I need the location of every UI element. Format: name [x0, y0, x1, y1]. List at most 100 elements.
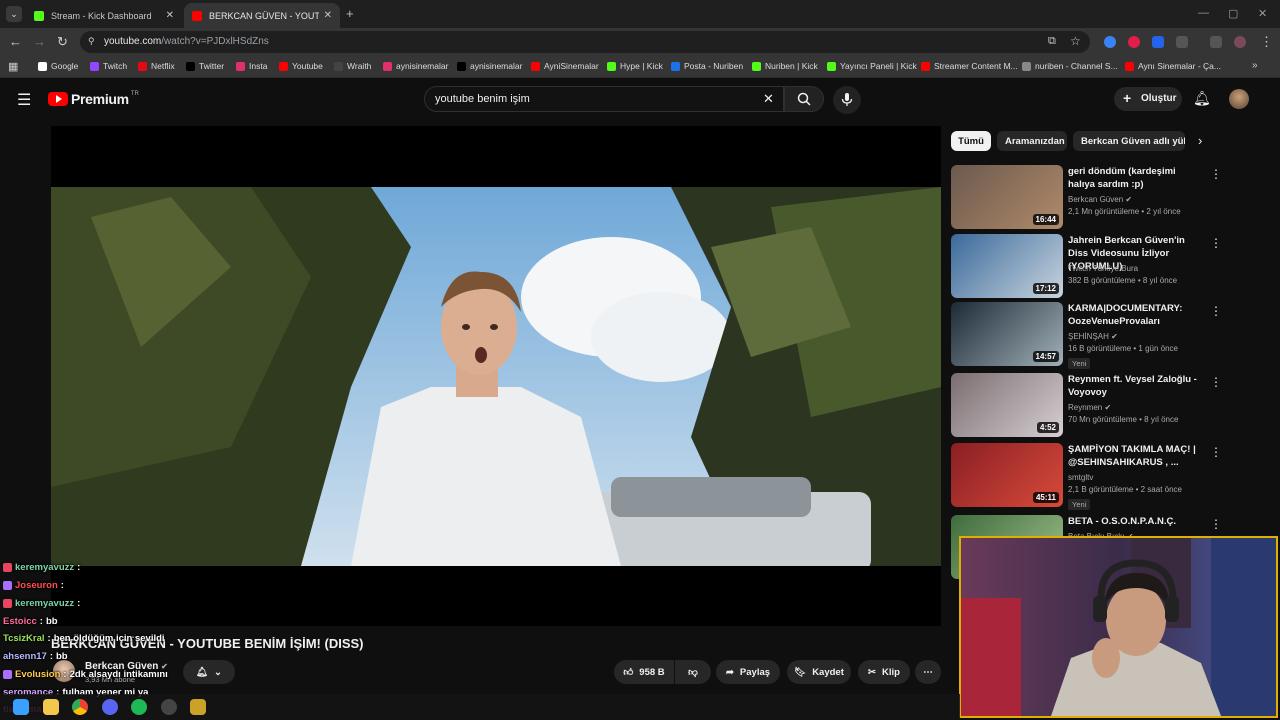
video-thumbnail[interactable]: 45:11 — [951, 443, 1063, 507]
extension-icon[interactable] — [1104, 36, 1116, 48]
url-bar[interactable]: ⚲ youtube.com/watch?v=PJDxlHSdZns ⧉ ☆ — [80, 31, 1090, 53]
youtube-premium-logo[interactable]: Premium TR — [48, 91, 139, 107]
bookmark-item[interactable]: Insta — [236, 61, 267, 71]
video-more-options-icon[interactable]: ⋮ — [1210, 167, 1222, 181]
clear-search-icon[interactable]: ✕ — [763, 91, 774, 107]
cast-icon[interactable]: ⧉ — [1048, 35, 1056, 48]
save-button[interactable]: 🔖︎ Kaydet — [787, 660, 851, 684]
bookmark-item[interactable]: Hype | Kick — [607, 61, 663, 71]
video-thumbnail[interactable]: 16:44 — [951, 165, 1063, 229]
recommended-video-title[interactable]: KARMA|DOCUMENTARY: OozeVenueProvaları — [1068, 302, 1198, 328]
voice-search-button[interactable] — [833, 86, 861, 114]
bookmark-item[interactable]: Twitch — [90, 61, 127, 71]
tab-kick-dashboard[interactable]: Stream - Kick Dashboard ✕ — [26, 3, 182, 28]
video-more-options-icon[interactable]: ⋮ — [1210, 236, 1222, 250]
video-thumbnail[interactable]: 14:57 — [951, 302, 1063, 366]
recommended-channel[interactable]: Reynmen ✔ — [1068, 403, 1111, 412]
close-tab-icon[interactable]: ✕ — [166, 10, 174, 21]
bookmark-star-icon[interactable]: ☆ — [1070, 34, 1081, 48]
bookmark-item[interactable]: Nuriben | Kick — [752, 61, 818, 71]
recommended-video[interactable]: 16:44 geri döndüm (kardeşimi halıya sardı… — [951, 165, 1222, 231]
chat-username[interactable]: Estoicc — [3, 616, 37, 627]
app-icon[interactable] — [161, 699, 177, 715]
like-button[interactable]: 👍︎ 958 B — [614, 660, 674, 684]
minimize-icon[interactable]: — — [1198, 7, 1209, 19]
forward-icon[interactable]: → — [33, 34, 46, 49]
new-tab-button[interactable]: + — [346, 6, 354, 21]
recommended-video[interactable]: 17:12 Jahrein Berkcan Güven'in Diss Video… — [951, 234, 1222, 300]
share-button[interactable]: ➦ Paylaş — [716, 660, 780, 684]
recommended-channel[interactable]: ŞEHİNŞAH ✔ — [1068, 332, 1118, 341]
close-window-icon[interactable]: ✕ — [1258, 7, 1267, 20]
video-thumbnail[interactable]: 17:12 — [951, 234, 1063, 298]
video-player[interactable] — [51, 126, 941, 626]
bookmark-item[interactable]: Google — [38, 61, 78, 71]
tab-youtube-video[interactable]: BERKCAN GÜVEN - YOUTUBE B ✕ — [184, 3, 340, 28]
chip-all[interactable]: Tümü — [951, 131, 991, 151]
bookmark-item[interactable]: Wraith — [334, 61, 371, 71]
spotify-icon[interactable] — [131, 699, 147, 715]
chat-username[interactable]: keremyavuzz — [15, 598, 74, 609]
bookmark-item[interactable]: Youtube — [279, 61, 323, 71]
recommended-video-title[interactable]: BETA - O.S.O.N.P.A.N.Ç. — [1068, 515, 1198, 528]
clip-button[interactable]: ✂ Klip — [858, 660, 910, 684]
chat-username[interactable]: Evolusion — [15, 669, 60, 680]
bookmark-item[interactable]: Streamer Content M... — [921, 61, 1018, 71]
chat-username[interactable]: TcsizKral — [3, 633, 45, 644]
more-bookmarks-icon[interactable]: » — [1252, 60, 1258, 71]
bookmark-item[interactable]: Yayıncı Paneli | Kick — [827, 61, 917, 71]
chips-next-icon[interactable]: › — [1198, 133, 1202, 148]
chip-uploader[interactable]: Berkcan Güven adlı yükleyici — [1073, 131, 1185, 151]
back-icon[interactable]: ← — [9, 34, 22, 49]
chat-username[interactable]: ahsenn17 — [3, 651, 47, 662]
discord-icon[interactable] — [102, 699, 118, 715]
video-more-options-icon[interactable]: ⋮ — [1210, 375, 1222, 389]
bookmark-item[interactable]: Posta - Nuriben — [671, 61, 743, 71]
hamburger-menu-icon[interactable]: ☰ — [17, 90, 31, 110]
bookmark-item[interactable]: AyniSinemalar — [531, 61, 599, 71]
bookmark-item[interactable]: Aynı Sinemalar - Ça... — [1125, 61, 1221, 71]
account-avatar[interactable] — [1229, 89, 1249, 109]
recommended-video[interactable]: 14:57 KARMA|DOCUMENTARY: OozeVenueProvala… — [951, 302, 1222, 369]
search-button[interactable] — [784, 86, 824, 112]
recommended-video-title[interactable]: geri döndüm (kardeşimi halıya sardım :p) — [1068, 165, 1198, 191]
more-actions-button[interactable]: ⋯ — [915, 660, 941, 684]
reading-list-icon[interactable] — [1210, 36, 1222, 48]
close-tab-icon[interactable]: ✕ — [324, 10, 332, 21]
recommended-video[interactable]: 4:52 Reynmen ft. Veysel Zaloğlu - Voyovoy… — [951, 373, 1222, 439]
profile-avatar-icon[interactable] — [1234, 36, 1246, 48]
bookmark-item[interactable]: Netflix — [138, 61, 175, 71]
chrome-icon[interactable] — [72, 699, 88, 715]
maximize-icon[interactable]: ▢ — [1228, 7, 1238, 20]
file-explorer-icon[interactable] — [43, 699, 59, 715]
chat-username[interactable]: Joseuron — [15, 580, 58, 591]
browser-menu-icon[interactable]: ⋮ — [1260, 34, 1273, 50]
dislike-button[interactable]: 👎︎ — [675, 660, 711, 684]
video-more-options-icon[interactable]: ⋮ — [1210, 304, 1222, 318]
recommended-channel[interactable]: smtgltv — [1068, 473, 1093, 482]
recommended-video-title[interactable]: Reynmen ft. Veysel Zaloğlu - Voyovoy — [1068, 373, 1198, 399]
reload-icon[interactable]: ↻ — [57, 34, 68, 50]
puzzle-extensions-icon[interactable] — [1176, 36, 1188, 48]
windows-start-icon[interactable] — [13, 699, 29, 715]
create-button[interactable]: + Oluştur — [1114, 87, 1182, 111]
tab-search-dropdown[interactable]: ⌄ — [6, 6, 22, 22]
bookmark-item[interactable]: nuriben - Channel S... — [1022, 61, 1118, 71]
bookmark-item[interactable]: aynisinemalar — [457, 61, 522, 71]
recommended-video[interactable]: 45:11 ŞAMPİYON TAKIMLA MAÇ! | @SEHINSAHIK… — [951, 443, 1222, 510]
extension-icon[interactable] — [1152, 36, 1164, 48]
video-thumbnail[interactable]: 4:52 — [951, 373, 1063, 437]
bookmark-item[interactable]: aynisinemalar — [383, 61, 448, 71]
app-icon[interactable] — [190, 699, 206, 715]
apps-grid-icon[interactable]: ▦ — [8, 60, 18, 73]
bookmark-item[interactable]: Twitter — [186, 61, 224, 71]
recommended-channel[interactable]: Twitch Türkiye Bura — [1068, 264, 1138, 273]
video-more-options-icon[interactable]: ⋮ — [1210, 445, 1222, 459]
chat-username[interactable]: keremyavuzz — [15, 562, 74, 573]
site-info-icon[interactable]: ⚲ — [88, 36, 95, 47]
recommended-video-title[interactable]: ŞAMPİYON TAKIMLA MAÇ! | @SEHINSAHIKARUS … — [1068, 443, 1198, 469]
notifications-bell-icon[interactable]: 🔔︎ — [1193, 90, 1211, 107]
subscribed-notifications-button[interactable]: 🔔︎ ⌄ — [183, 660, 235, 684]
search-input[interactable]: youtube benim işim ✕ — [424, 86, 784, 112]
video-more-options-icon[interactable]: ⋮ — [1210, 517, 1222, 531]
